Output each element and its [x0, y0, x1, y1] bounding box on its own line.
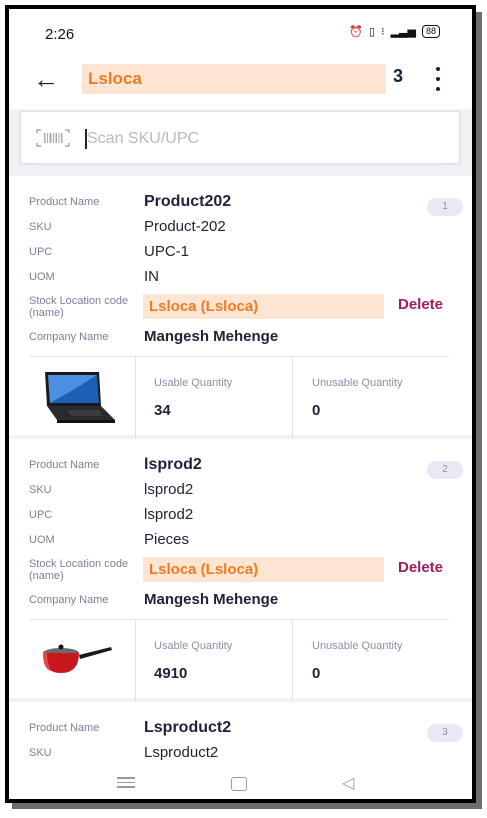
product-card[interactable]: Product Name Product202 1 SKU Product-20… [9, 176, 472, 439]
phone-screen: 2:26 ⏰ ▯ ⁝ ▂▃▅ 88 ← Lsloca 3 Scan SKU/UP… [5, 5, 476, 803]
uom-label: UOM [29, 271, 55, 283]
delete-button[interactable]: Delete [398, 296, 443, 313]
company-name-label: Company Name [29, 594, 109, 606]
product-name-value: Lsproduct2 [144, 719, 232, 736]
unusable-quantity-label: Unusable Quantity [312, 377, 403, 389]
product-thumbnail-saucepan [37, 639, 117, 684]
product-name-value: lsprod2 [144, 456, 202, 473]
system-icons: ⏰ ▯ ⁝ ▂▃▅ 88 [349, 25, 440, 38]
stock-location-value: Lsloca (Lsloca) [143, 294, 384, 319]
frame-shadow-right [476, 12, 482, 808]
usable-quantity-label: Usable Quantity [154, 640, 233, 652]
unusable-quantity-value: 0 [312, 402, 321, 419]
status-bar: 2:26 ⏰ ▯ ⁝ ▂▃▅ 88 [9, 9, 472, 53]
product-name-value: Product202 [144, 193, 232, 210]
stock-location-label: Stock Location code (name) [29, 558, 129, 582]
company-name-label: Company Name [29, 331, 109, 343]
vibrate-icon: ▯ [369, 26, 376, 38]
frame-shadow-bottom [12, 803, 482, 809]
upc-value: lsprod2 [144, 506, 194, 523]
sku-label: SKU [29, 484, 52, 496]
app-header: ← Lsloca 3 [9, 53, 472, 109]
column-divider [135, 620, 136, 702]
upc-value: UPC-1 [144, 243, 190, 260]
battery-icon: 88 [421, 25, 440, 38]
usable-quantity-value: 4910 [154, 665, 188, 682]
page-title: Lsloca [82, 64, 386, 94]
usable-quantity-value: 34 [154, 402, 171, 419]
index-badge: 2 [427, 461, 463, 479]
home-icon[interactable] [231, 777, 247, 791]
index-badge: 3 [427, 724, 463, 742]
uom-value: IN [144, 268, 159, 285]
scan-search-bar[interactable] [20, 111, 460, 164]
sku-label: SKU [29, 747, 52, 759]
nav-back-icon[interactable]: ◁ [342, 773, 354, 793]
sku-value: lsprod2 [144, 481, 194, 498]
upc-label: UPC [29, 246, 53, 258]
status-time: 2:26 [45, 26, 75, 43]
stock-location-label: Stock Location code (name) [29, 295, 129, 319]
uom-label: UOM [29, 534, 55, 546]
sku-value: Product-202 [144, 218, 226, 235]
company-name-value: Mangesh Mehenge [144, 591, 279, 608]
product-name-label: Product Name [29, 196, 100, 208]
usable-quantity-label: Usable Quantity [154, 377, 233, 389]
column-divider [292, 620, 293, 702]
product-card[interactable]: Product Name lsprod2 2 SKU lsprod2 UPC l… [9, 439, 472, 702]
index-badge: 1 [427, 198, 463, 216]
system-nav-bar: ◁ [9, 760, 472, 799]
product-thumbnail-laptop [37, 370, 117, 430]
stock-location-value: Lsloca (Lsloca) [143, 557, 384, 582]
search-input[interactable] [87, 126, 387, 152]
card-divider [29, 356, 449, 357]
barcode-scan-icon[interactable] [36, 129, 70, 147]
product-name-label: Product Name [29, 459, 100, 471]
item-count: 3 [393, 66, 404, 86]
product-card[interactable]: Product Name Lsproduct2 3 SKU Lsproduct2 [9, 702, 472, 762]
card-divider [29, 619, 449, 620]
column-divider [135, 357, 136, 439]
volte-icon: ⁝ [381, 26, 385, 38]
unusable-quantity-value: 0 [312, 665, 321, 682]
delete-button[interactable]: Delete [398, 559, 443, 576]
back-arrow-icon[interactable]: ← [33, 65, 63, 95]
uom-value: Pieces [144, 531, 190, 548]
product-name-label: Product Name [29, 722, 100, 734]
alarm-icon: ⏰ [349, 26, 364, 38]
sku-label: SKU [29, 221, 52, 233]
more-vert-icon[interactable] [431, 67, 445, 91]
company-name-value: Mangesh Mehenge [144, 328, 279, 345]
sku-value: Lsproduct2 [144, 744, 219, 761]
signal-icon: ▂▃▅ [390, 26, 416, 38]
unusable-quantity-label: Unusable Quantity [312, 640, 403, 652]
recent-apps-icon[interactable] [117, 774, 135, 794]
upc-label: UPC [29, 509, 53, 521]
column-divider [292, 357, 293, 439]
